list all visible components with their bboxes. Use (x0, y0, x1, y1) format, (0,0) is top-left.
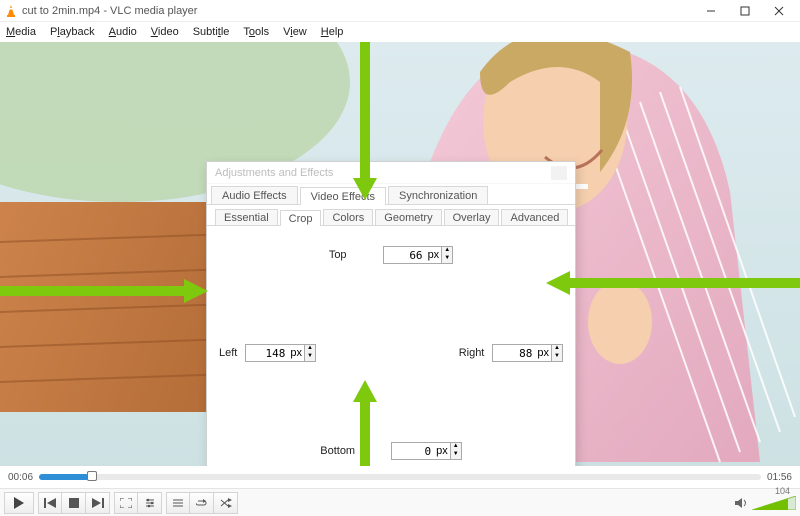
crop-bottom-label: Bottom (320, 445, 355, 457)
playlist-button[interactable] (166, 492, 190, 514)
menu-tools[interactable]: Tools (243, 26, 269, 38)
dialog-close-button[interactable] (551, 166, 567, 180)
crop-panel: Top px ▲▼ Left px ▲▼ R (207, 226, 575, 466)
prev-button[interactable] (38, 492, 62, 514)
seekbar-thumb[interactable] (87, 471, 97, 481)
subtab-overlay[interactable]: Overlay (444, 209, 500, 225)
menubar: Media Playback Audio Video Subtitle Tool… (0, 22, 800, 42)
shuffle-button[interactable] (214, 492, 238, 514)
menu-help[interactable]: Help (321, 26, 344, 38)
crop-left-input[interactable] (246, 347, 288, 360)
window-title: cut to 2min.mp4 - VLC media player (22, 5, 694, 17)
maximize-button[interactable] (728, 1, 762, 21)
spin-down-icon[interactable]: ▼ (305, 353, 315, 361)
menu-view[interactable]: View (283, 26, 307, 38)
crop-left-spinbox[interactable]: px ▲▼ (245, 344, 316, 362)
subtab-colors[interactable]: Colors (323, 209, 373, 225)
next-button[interactable] (86, 492, 110, 514)
speaker-icon (734, 496, 748, 510)
spin-down-icon[interactable]: ▼ (442, 255, 452, 263)
menu-video[interactable]: Video (151, 26, 179, 38)
loop-button[interactable] (190, 492, 214, 514)
titlebar: cut to 2min.mp4 - VLC media player (0, 0, 800, 22)
crop-top-spinbox[interactable]: px ▲▼ (383, 246, 454, 264)
seekbar-area: 00:06 01:56 (0, 466, 800, 488)
fullscreen-button[interactable] (114, 492, 138, 514)
time-total: 01:56 (767, 472, 792, 483)
video-effects-subtabs: Essential Crop Colors Geometry Overlay A… (207, 205, 575, 226)
stop-button[interactable] (62, 492, 86, 514)
controlbar: 104 (0, 488, 800, 516)
menu-playback[interactable]: Playback (50, 26, 95, 38)
spin-down-icon[interactable]: ▼ (552, 353, 562, 361)
spin-up-icon[interactable]: ▲ (552, 345, 562, 353)
spin-up-icon[interactable]: ▲ (451, 443, 461, 451)
crop-top-input[interactable] (384, 249, 426, 262)
tab-video-effects[interactable]: Video Effects (300, 187, 386, 205)
crop-right-label: Right (459, 347, 485, 359)
seekbar-fill (39, 474, 89, 480)
play-button[interactable] (4, 492, 34, 514)
spin-up-icon[interactable]: ▲ (442, 247, 452, 255)
ext-settings-button[interactable] (138, 492, 162, 514)
minimize-button[interactable] (694, 1, 728, 21)
crop-right-input[interactable] (493, 347, 535, 360)
vlc-logo-icon (4, 4, 18, 18)
menu-subtitle[interactable]: Subtitle (193, 26, 230, 38)
tab-audio-effects[interactable]: Audio Effects (211, 186, 298, 204)
close-window-button[interactable] (762, 1, 796, 21)
crop-left-label: Left (219, 347, 237, 359)
dialog-titlebar[interactable]: Adjustments and Effects (207, 162, 575, 184)
spin-up-icon[interactable]: ▲ (305, 345, 315, 353)
crop-bottom-input[interactable] (392, 445, 434, 458)
time-elapsed: 00:06 (8, 472, 33, 483)
tab-synchronization[interactable]: Synchronization (388, 186, 488, 204)
subtab-advanced[interactable]: Advanced (501, 209, 568, 225)
volume-control[interactable]: 104 (734, 496, 796, 510)
adjustments-effects-dialog: Adjustments and Effects Audio Effects Vi… (206, 161, 576, 466)
spin-down-icon[interactable]: ▼ (451, 451, 461, 459)
seekbar[interactable] (39, 474, 761, 480)
main-tabs: Audio Effects Video Effects Synchronizat… (207, 184, 575, 205)
crop-bottom-spinbox[interactable]: px ▲▼ (391, 442, 462, 460)
menu-media[interactable]: Media (6, 26, 36, 38)
crop-top-label: Top (329, 249, 347, 261)
subtab-geometry[interactable]: Geometry (375, 209, 441, 225)
volume-percent: 104 (775, 486, 790, 496)
crop-right-spinbox[interactable]: px ▲▼ (492, 344, 563, 362)
video-canvas: Adjustments and Effects Audio Effects Vi… (0, 42, 800, 466)
subtab-crop[interactable]: Crop (280, 210, 322, 226)
menu-audio[interactable]: Audio (109, 26, 137, 38)
subtab-essential[interactable]: Essential (215, 209, 278, 225)
dialog-title: Adjustments and Effects (215, 167, 551, 179)
